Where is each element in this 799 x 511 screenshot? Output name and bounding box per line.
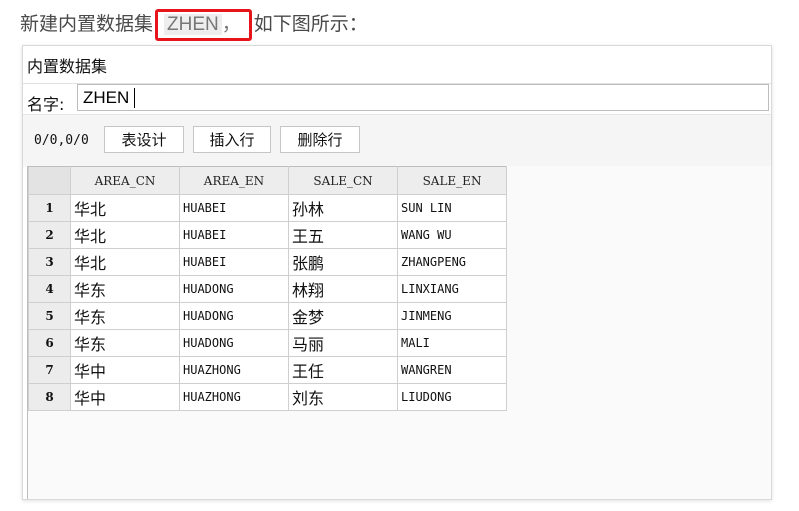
cell-sale-cn[interactable]: 孙林 (288, 194, 398, 222)
cell-sale-cn[interactable]: 王任 (288, 356, 398, 384)
cell-sale-en[interactable]: WANG WU (397, 221, 507, 249)
cell-area-cn[interactable]: 华东 (70, 329, 180, 357)
highlight-suffix: ， (221, 14, 241, 35)
cell-sale-en[interactable]: ZHANGPENG (397, 248, 507, 276)
cell-area-en[interactable]: HUADONG (179, 275, 289, 303)
row-number[interactable]: 2 (28, 221, 71, 249)
cell-area-en[interactable]: HUABEI (179, 248, 289, 276)
row-column-counter: 0/0,0/0 (34, 133, 89, 148)
row-number[interactable]: 6 (28, 329, 71, 357)
table-row: 6 华东 HUADONG 马丽 MALI (28, 329, 507, 357)
cell-sale-cn[interactable]: 金梦 (288, 302, 398, 330)
row-number[interactable]: 4 (28, 275, 71, 303)
delete-row-button[interactable]: 删除行 (280, 126, 360, 153)
table-row: 2 华北 HUABEI 王五 WANG WU (28, 221, 507, 249)
cell-area-en[interactable]: HUAZHONG (179, 383, 289, 411)
data-table: AREA_CN AREA_EN SALE_CN SALE_EN 1 华北 HUA… (28, 166, 507, 411)
caption-text-before: 新建内置数据集 (20, 13, 154, 35)
data-grid: AREA_CN AREA_EN SALE_CN SALE_EN 1 华北 HUA… (27, 166, 771, 499)
cell-sale-en[interactable]: LINXIANG (397, 275, 507, 303)
cell-sale-cn[interactable]: 马丽 (288, 329, 398, 357)
row-number[interactable]: 5 (28, 302, 71, 330)
table-row: 8 华中 HUAZHONG 刘东 LIUDONG (28, 383, 507, 411)
cell-area-en[interactable]: HUADONG (179, 302, 289, 330)
row-number[interactable]: 8 (28, 383, 71, 411)
cell-area-en[interactable]: HUABEI (179, 194, 289, 222)
table-design-button[interactable]: 表设计 (104, 126, 184, 153)
grid-toolbar: 0/0,0/0 表设计 插入行 删除行 (23, 114, 771, 167)
cell-area-en[interactable]: HUAZHONG (179, 356, 289, 384)
text-caret (134, 88, 135, 108)
insert-row-button[interactable]: 插入行 (193, 126, 271, 153)
column-header-area-cn[interactable]: AREA_CN (70, 166, 180, 195)
row-number[interactable]: 3 (28, 248, 71, 276)
cell-area-en[interactable]: HUADONG (179, 329, 289, 357)
column-header-sale-en[interactable]: SALE_EN (397, 166, 507, 195)
cell-sale-en[interactable]: JINMENG (397, 302, 507, 330)
dataset-name-highlight: ZHEN， (155, 9, 252, 41)
cell-sale-en[interactable]: WANGREN (397, 356, 507, 384)
cell-sale-en[interactable]: SUN LIN (397, 194, 507, 222)
cell-sale-en[interactable]: MALI (397, 329, 507, 357)
cell-sale-cn[interactable]: 张鹏 (288, 248, 398, 276)
table-row: 4 华东 HUADONG 林翔 LINXIANG (28, 275, 507, 303)
cell-sale-cn[interactable]: 王五 (288, 221, 398, 249)
table-row: 7 华中 HUAZHONG 王任 WANGREN (28, 356, 507, 384)
header-row: AREA_CN AREA_EN SALE_CN SALE_EN (28, 166, 507, 195)
dialog-title: 内置数据集 (27, 57, 108, 76)
cell-area-cn[interactable]: 华中 (70, 383, 180, 411)
builtin-dataset-dialog: 内置数据集 名字: 0/0,0/0 表设计 插入行 删除行 AREA_CN AR… (22, 45, 772, 500)
row-number[interactable]: 7 (28, 356, 71, 384)
table-row: 1 华北 HUABEI 孙林 SUN LIN (28, 194, 507, 222)
table-row: 3 华北 HUABEI 张鹏 ZHANGPENG (28, 248, 507, 276)
caption-text-after: 如下图所示： (253, 13, 368, 35)
cell-area-cn[interactable]: 华北 (70, 221, 180, 249)
name-label: 名字: (27, 95, 65, 114)
row-number[interactable]: 1 (28, 194, 71, 222)
cell-area-cn[interactable]: 华东 (70, 302, 180, 330)
column-header-sale-cn[interactable]: SALE_CN (288, 166, 398, 195)
cell-area-cn[interactable]: 华北 (70, 248, 180, 276)
cell-area-cn[interactable]: 华北 (70, 194, 180, 222)
highlight-text: ZHEN (164, 14, 222, 35)
cell-sale-cn[interactable]: 林翔 (288, 275, 398, 303)
cell-area-cn[interactable]: 华东 (70, 275, 180, 303)
table-row: 5 华东 HUADONG 金梦 JINMENG (28, 302, 507, 330)
cell-sale-en[interactable]: LIUDONG (397, 383, 507, 411)
column-header-area-en[interactable]: AREA_EN (179, 166, 289, 195)
corner-cell[interactable] (28, 166, 71, 195)
dataset-name-input[interactable] (77, 84, 769, 111)
cell-area-cn[interactable]: 华中 (70, 356, 180, 384)
cell-area-en[interactable]: HUABEI (179, 221, 289, 249)
cell-sale-cn[interactable]: 刘东 (288, 383, 398, 411)
instruction-caption: 新建内置数据集 ZHEN，如下图所示： (20, 9, 368, 41)
